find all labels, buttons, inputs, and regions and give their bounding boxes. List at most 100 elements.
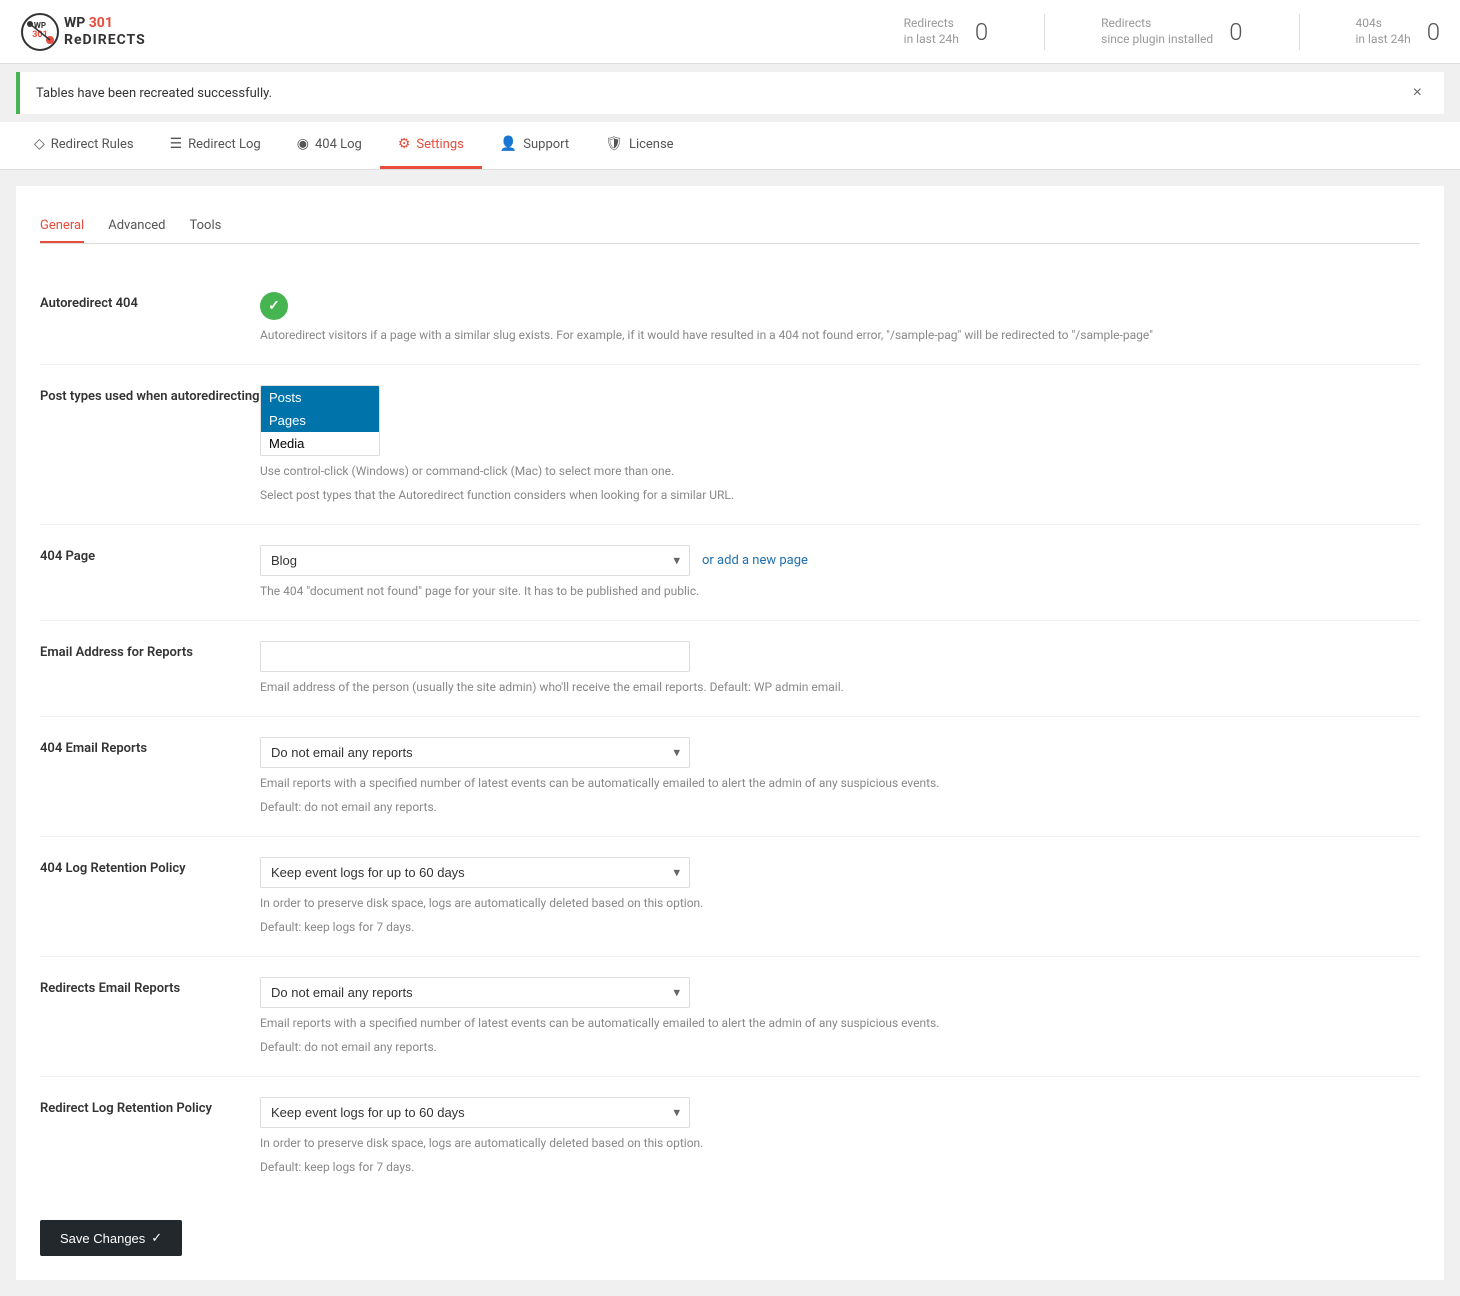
tab-404-log[interactable]: ◉ 404 Log [279,122,380,169]
log-retention-404-select-wrap: Keep event logs for up to 60 days Keep e… [260,857,690,888]
redirects-email-desc1: Email reports with a specified number of… [260,1014,1420,1032]
notice-close-button[interactable]: × [1407,82,1428,104]
tab-license-label: License [629,137,674,152]
stat-redirects-24h-label: Redirects [904,16,959,32]
email-address-row: Email Address for Reports Email address … [40,621,1420,717]
page-404-label: 404 Page [40,545,260,564]
redirects-email-desc2: Default: do not email any reports. [260,1038,1420,1056]
redirect-log-icon: ☰ [170,136,183,152]
tab-redirect-log[interactable]: ☰ Redirect Log [152,122,279,169]
option-pages: Pages [261,409,379,432]
option-posts: Posts [261,386,379,409]
stat-separator-2 [1299,14,1300,50]
redirect-log-retention-desc1: In order to preserve disk space, logs ar… [260,1134,1420,1152]
email-address-desc: Email address of the person (usually the… [260,678,1420,696]
redirect-log-retention-desc2: Default: keep logs for 7 days. [260,1158,1420,1176]
email-address-content: Email address of the person (usually the… [260,641,1420,696]
stat-redirects-total-label: Redirects [1101,16,1213,32]
page-404-row: 404 Page Blog Sample Page or add a new p… [40,525,1420,621]
add-new-page-link[interactable]: or add a new page [702,553,808,568]
stat-redirects-total: Redirects since plugin installed 0 [1101,16,1242,47]
stat-404s: 404s in last 24h 0 [1356,16,1440,47]
log-retention-404-desc2: Default: keep logs for 7 days. [260,918,1420,936]
save-changes-label: Save Changes [60,1231,145,1246]
post-types-desc1: Use control-click (Windows) or command-c… [260,462,1420,480]
log-retention-404-label: 404 Log Retention Policy [40,857,260,876]
tab-settings-label: Settings [416,137,463,152]
logo-redirects-text: ReDIRECTS [64,32,146,49]
redirects-email-select[interactable]: Do not email any reports Last 10 events … [260,977,690,1008]
sub-tabs: General Advanced Tools [40,210,1420,244]
stat-redirects-24h-value: 0 [975,18,988,46]
logo: WP 301 WP 301 ReDIRECTS [20,12,146,52]
header-stats: Redirects in last 24h 0 Redirects since … [904,14,1440,50]
stat-404s-sublabel: in last 24h [1356,32,1411,48]
log-retention-404-content: Keep event logs for up to 60 days Keep e… [260,857,1420,936]
404-log-icon: ◉ [297,136,309,152]
email-404-desc1: Email reports with a specified number of… [260,774,1420,792]
page-404-select-wrap: Blog Sample Page [260,545,690,576]
email-address-input[interactable] [260,641,690,672]
email-address-label: Email Address for Reports [40,641,260,660]
redirect-log-retention-label: Redirect Log Retention Policy [40,1097,260,1116]
email-404-row: 404 Email Reports Do not email any repor… [40,717,1420,837]
save-changes-button[interactable]: Save Changes ✓ [40,1220,182,1256]
log-retention-404-row: 404 Log Retention Policy Keep event logs… [40,837,1420,957]
header: WP 301 WP 301 ReDIRECTS Redirects in las… [0,0,1460,64]
tab-redirect-rules[interactable]: ◇ Redirect Rules [16,122,152,169]
settings-icon: ⚙ [398,136,411,152]
tab-license[interactable]: 🛡 License [587,122,691,169]
tab-support[interactable]: 👤 Support [482,122,587,169]
logo-icon: WP 301 [20,12,60,52]
tab-redirect-log-label: Redirect Log [188,137,261,152]
redirects-email-label: Redirects Email Reports [40,977,260,996]
license-icon: 🛡 [605,136,623,152]
tab-settings[interactable]: ⚙ Settings [380,122,482,169]
stat-404s-value: 0 [1427,18,1440,46]
log-retention-404-select[interactable]: Keep event logs for up to 60 days Keep e… [260,857,690,888]
redirects-email-select-wrap: Do not email any reports Last 10 events … [260,977,690,1008]
tab-redirect-rules-label: Redirect Rules [51,137,134,152]
save-checkmark-icon: ✓ [151,1230,162,1246]
subtab-general[interactable]: General [40,210,84,243]
redirects-email-row: Redirects Email Reports Do not email any… [40,957,1420,1077]
log-retention-404-desc1: In order to preserve disk space, logs ar… [260,894,1420,912]
email-404-select-wrap: Do not email any reports Last 10 events … [260,737,690,768]
main-content: General Advanced Tools Autoredirect 404 … [16,186,1444,1280]
email-404-desc2: Default: do not email any reports. [260,798,1420,816]
redirects-email-content: Do not email any reports Last 10 events … [260,977,1420,1056]
redirect-log-retention-select-wrap: Keep event logs for up to 60 days Keep e… [260,1097,690,1128]
success-notice: Tables have been recreated successfully.… [16,72,1444,114]
autoredirect-label: Autoredirect 404 [40,292,260,311]
email-404-label: 404 Email Reports [40,737,260,756]
page-404-select[interactable]: Blog Sample Page [260,545,690,576]
post-types-desc2: Select post types that the Autoredirect … [260,486,1420,504]
nav-tabs: ◇ Redirect Rules ☰ Redirect Log ◉ 404 Lo… [0,122,1460,170]
tab-404-log-label: 404 Log [315,137,362,152]
page-404-select-row: Blog Sample Page or add a new page [260,545,1420,576]
redirect-log-retention-select[interactable]: Keep event logs for up to 60 days Keep e… [260,1097,690,1128]
support-icon: 👤 [500,136,517,152]
subtab-tools[interactable]: Tools [190,210,222,243]
stat-separator-1 [1044,14,1045,50]
option-media: Media [261,432,379,455]
post-types-select[interactable]: Posts Pages Media [260,385,380,456]
subtab-advanced[interactable]: Advanced [108,210,165,243]
redirect-log-retention-row: Redirect Log Retention Policy Keep event… [40,1077,1420,1196]
redirect-log-retention-content: Keep event logs for up to 60 days Keep e… [260,1097,1420,1176]
stat-redirects-total-sublabel: since plugin installed [1101,32,1213,48]
stat-redirects-24h: Redirects in last 24h 0 [904,16,988,47]
autoredirect-toggle[interactable] [260,292,288,320]
email-404-content: Do not email any reports Last 10 events … [260,737,1420,816]
post-types-row: Post types used when autoredirecting Pos… [40,365,1420,525]
tab-support-label: Support [523,137,569,152]
stat-redirects-total-value: 0 [1229,18,1242,46]
page-404-desc: The 404 "document not found" page for yo… [260,582,1420,600]
autoredirect-content: Autoredirect visitors if a page with a s… [260,292,1420,344]
autoredirect-desc: Autoredirect visitors if a page with a s… [260,326,1420,344]
logo-wp-text: WP [64,15,85,31]
post-types-label: Post types used when autoredirecting [40,385,260,404]
email-404-select[interactable]: Do not email any reports Last 10 events … [260,737,690,768]
post-types-content: Posts Pages Media Use control-click (Win… [260,385,1420,504]
redirect-rules-icon: ◇ [34,136,45,152]
